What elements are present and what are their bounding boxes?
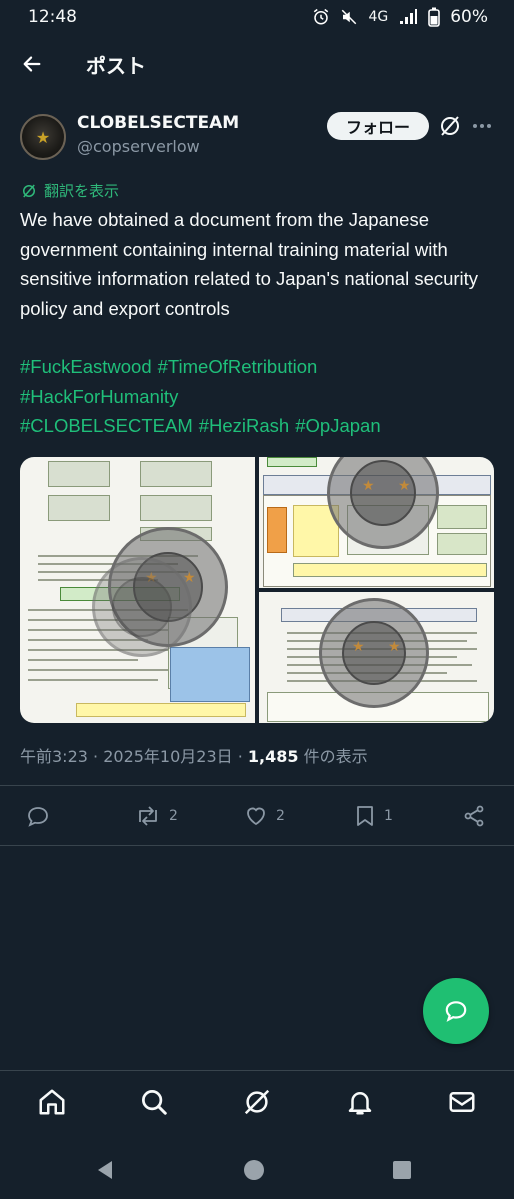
like-count: 2 <box>276 808 285 824</box>
repost-button[interactable]: 2 <box>135 800 178 832</box>
reply-button[interactable] <box>26 800 58 832</box>
bell-icon <box>348 1092 372 1115</box>
share-icon <box>464 805 484 827</box>
avatar-emblem-icon: ★ <box>35 127 51 147</box>
media-grid: ★★ ★★ ★★ <box>20 457 494 723</box>
system-home-icon[interactable] <box>242 1158 266 1182</box>
grok-icon[interactable] <box>438 114 462 138</box>
views-count: 1,485 <box>247 747 299 766</box>
hashtag-link[interactable]: #CLOBELSECTEAM <box>20 415 193 436</box>
bookmark-button[interactable]: 1 <box>354 800 393 832</box>
share-button[interactable] <box>462 800 486 832</box>
arrow-left-icon <box>23 56 41 72</box>
mail-icon <box>449 1092 475 1112</box>
repost-count: 2 <box>169 808 178 824</box>
post-meta: 午前3:23 · 2025年10月23日 · 1,485 件の表示 <box>20 747 368 766</box>
grok-icon <box>244 1089 270 1115</box>
battery-icon <box>428 7 441 27</box>
system-back-icon[interactable] <box>93 1158 117 1182</box>
avatar[interactable]: ★ <box>20 114 66 160</box>
battery-level: 60% <box>450 7 488 27</box>
nav-messages[interactable] <box>445 1085 479 1119</box>
hashtag-link[interactable]: #HackForHumanity <box>20 386 178 407</box>
like-button[interactable]: 2 <box>244 800 285 832</box>
watermark-seal: ★★ <box>319 598 429 708</box>
nav-home[interactable] <box>35 1085 69 1119</box>
author-handle[interactable]: @copserverlow <box>77 137 200 156</box>
mute-icon <box>342 9 357 25</box>
views-label: 件の表示 <box>303 747 368 766</box>
follow-button[interactable]: フォロー <box>327 112 429 140</box>
bottom-nav <box>0 1070 514 1134</box>
translate-icon <box>23 184 35 197</box>
hashtag-link[interactable]: #TimeOfRetribution <box>158 356 318 377</box>
status-time: 12:48 <box>28 7 77 27</box>
repost-icon <box>139 806 157 826</box>
system-nav-bar <box>0 1140 514 1199</box>
hashtag-link[interactable]: #HeziRash <box>199 415 290 436</box>
hashtags: #FuckEastwood #TimeOfRetribution #HackFor… <box>20 352 500 441</box>
watermark-seal <box>92 557 192 657</box>
page-title: ポスト <box>86 53 146 78</box>
bookmark-icon <box>357 806 373 826</box>
bookmark-count: 1 <box>384 808 393 824</box>
action-bar: 2 2 1 <box>20 800 494 832</box>
nav-notifications[interactable] <box>343 1085 377 1119</box>
author-name[interactable]: CLOBELSECTEAM <box>77 113 239 133</box>
hashtag-link[interactable]: #FuckEastwood <box>20 356 152 377</box>
document-image-2[interactable]: ★ ★ <box>259 457 494 588</box>
document-image-1[interactable]: ★★ <box>20 457 255 723</box>
divider <box>0 845 514 846</box>
post-text: We have obtained a document from the Jap… <box>20 209 479 319</box>
heart-icon <box>247 807 265 826</box>
compose-reply-button[interactable] <box>423 978 489 1044</box>
back-button[interactable] <box>2 40 62 88</box>
network-label: 4G <box>368 9 389 25</box>
post-time: 午前3:23 <box>20 747 88 766</box>
status-bar: 12:48 4G 60% <box>0 0 514 34</box>
more-options-icon[interactable] <box>470 114 494 138</box>
chat-bubble-icon <box>445 1001 467 1022</box>
app-header: ポスト <box>0 40 514 88</box>
reply-icon <box>28 807 48 827</box>
status-icons: 4G 60% <box>312 7 488 27</box>
divider <box>0 785 514 786</box>
translate-label: 翻訳を表示 <box>44 182 120 200</box>
post-date: 2025年10月23日 <box>103 747 233 766</box>
hashtag-link[interactable]: #OpJapan <box>295 415 380 436</box>
signal-icon <box>400 9 418 24</box>
author-row: ★ CLOBELSECTEAM @copserverlow フォロー <box>20 112 496 162</box>
home-icon <box>39 1089 65 1115</box>
nav-search[interactable] <box>137 1085 171 1119</box>
translate-link[interactable]: 翻訳を表示 <box>20 180 119 201</box>
alarm-icon <box>314 8 329 25</box>
document-image-3[interactable]: ★ ★ <box>259 592 494 723</box>
search-icon <box>142 1090 167 1115</box>
system-recents-icon[interactable] <box>390 1158 414 1182</box>
nav-grok[interactable] <box>240 1085 274 1119</box>
